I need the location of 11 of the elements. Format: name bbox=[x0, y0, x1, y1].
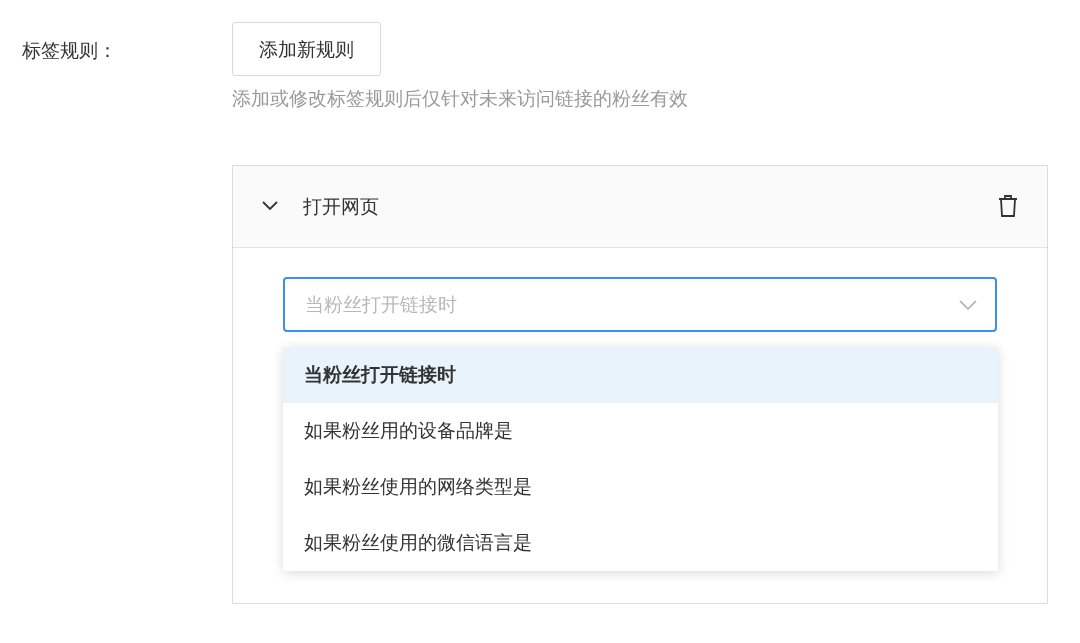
dropdown-option[interactable]: 当粉丝打开链接时 bbox=[283, 346, 998, 403]
dropdown-option[interactable]: 如果粉丝使用的网络类型是 bbox=[283, 458, 998, 515]
select-field[interactable]: 当粉丝打开链接时 bbox=[283, 276, 997, 332]
trash-icon[interactable] bbox=[997, 194, 1019, 218]
hint-text: 添加或修改标签规则后仅针对未来访问链接的粉丝有效 bbox=[232, 87, 688, 109]
caret-icon bbox=[959, 298, 977, 311]
dropdown-option[interactable]: 如果粉丝用的设备品牌是 bbox=[283, 402, 998, 459]
rule-title: 打开网页 bbox=[303, 193, 380, 219]
add-rule-button[interactable]: 添加新规则 bbox=[232, 22, 381, 76]
dropdown-option[interactable]: 如果粉丝使用的微信语言是 bbox=[283, 514, 998, 571]
field-label: 标签规则： bbox=[22, 39, 117, 61]
